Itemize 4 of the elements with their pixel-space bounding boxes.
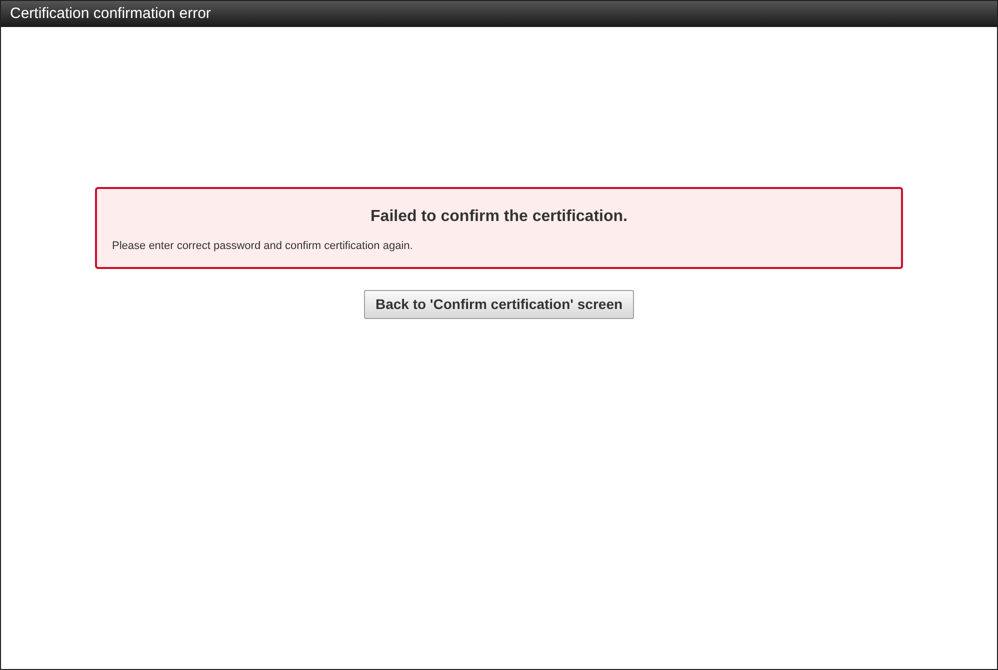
back-button[interactable]: Back to 'Confirm certification' screen [364, 290, 634, 319]
error-message: Please enter correct password and confirm certification again. [112, 239, 414, 254]
error-heading: Failed to confirm the certification. [370, 207, 628, 227]
window-title: Certification confirmation error [10, 4, 211, 24]
